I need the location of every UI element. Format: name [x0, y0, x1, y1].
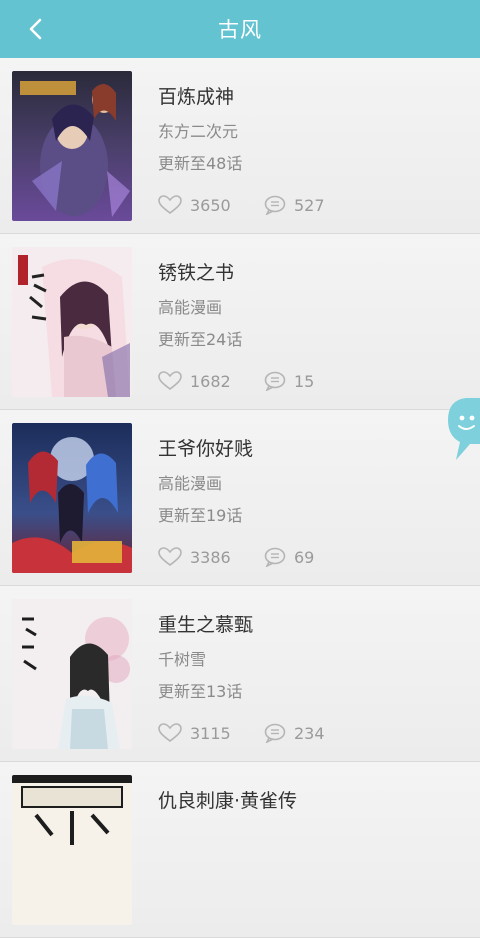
comic-stats: 1682 15: [158, 370, 314, 392]
chat-bubble-icon: [448, 398, 480, 460]
comic-cover: [12, 599, 132, 749]
comic-item[interactable]: 锈铁之书 高能漫画 更新至24话 1682 15: [0, 234, 480, 410]
heart-icon: [158, 195, 182, 215]
comic-cover: [12, 71, 132, 221]
heart-icon: [158, 547, 182, 567]
comic-title: 百炼成神: [158, 86, 235, 108]
like-count: 3650: [190, 195, 231, 215]
comment-bubble-icon: [264, 195, 286, 215]
comic-title: 重生之慕甄: [158, 614, 254, 636]
comic-stats: 3386 69: [158, 546, 314, 568]
comment-count: 69: [294, 547, 315, 567]
like-stat[interactable]: 1682: [158, 371, 264, 391]
app-header: 古风: [0, 0, 480, 58]
heart-icon: [158, 371, 182, 391]
comic-author: 东方二次元: [158, 122, 239, 141]
comic-author: 高能漫画: [158, 298, 223, 317]
comment-bubble-icon: [264, 371, 286, 391]
comic-list: 百炼成神 东方二次元 更新至48话 3650 527 锈铁之书 高能漫画 更新至…: [0, 58, 480, 938]
like-stat[interactable]: 3650: [158, 195, 264, 215]
comic-item[interactable]: 王爷你好贱 高能漫画 更新至19话 3386 69: [0, 410, 480, 586]
comment-bubble-icon: [264, 723, 286, 743]
comic-item[interactable]: 百炼成神 东方二次元 更新至48话 3650 527: [0, 58, 480, 234]
comment-count: 527: [294, 195, 325, 215]
comment-stat[interactable]: 15: [264, 371, 314, 391]
comic-author: 千树雪: [158, 650, 207, 669]
like-stat[interactable]: 3115: [158, 723, 264, 743]
comment-bubble-icon: [264, 547, 286, 567]
comic-update: 更新至24话: [158, 330, 243, 349]
comic-cover: [12, 423, 132, 573]
comic-title: 王爷你好贱: [158, 438, 254, 460]
like-count: 3115: [190, 723, 231, 743]
comic-cover: [12, 247, 132, 397]
comic-stats: 3650 527: [158, 194, 325, 216]
like-stat[interactable]: 3386: [158, 547, 264, 567]
floating-chat-button[interactable]: [446, 398, 480, 462]
chevron-left-icon: [29, 18, 42, 40]
comment-stat[interactable]: 69: [264, 547, 314, 567]
comic-item[interactable]: 仇良刺康·黄雀传: [0, 762, 480, 938]
comic-stats: 3115 234: [158, 722, 325, 744]
comic-cover: [12, 775, 132, 925]
like-count: 1682: [190, 371, 231, 391]
heart-icon: [158, 723, 182, 743]
comment-stat[interactable]: 234: [264, 723, 325, 743]
comment-count: 15: [294, 371, 315, 391]
comic-author: 高能漫画: [158, 474, 223, 493]
comic-item[interactable]: 重生之慕甄 千树雪 更新至13话 3115 234: [0, 586, 480, 762]
comment-stat[interactable]: 527: [264, 195, 325, 215]
comic-title: 锈铁之书: [158, 262, 235, 284]
comic-update: 更新至13话: [158, 682, 243, 701]
page-title: 古风: [218, 18, 262, 42]
like-count: 3386: [190, 547, 231, 567]
comment-count: 234: [294, 723, 325, 743]
back-button[interactable]: [20, 12, 52, 46]
comic-update: 更新至19话: [158, 506, 243, 525]
comic-update: 更新至48话: [158, 154, 243, 173]
